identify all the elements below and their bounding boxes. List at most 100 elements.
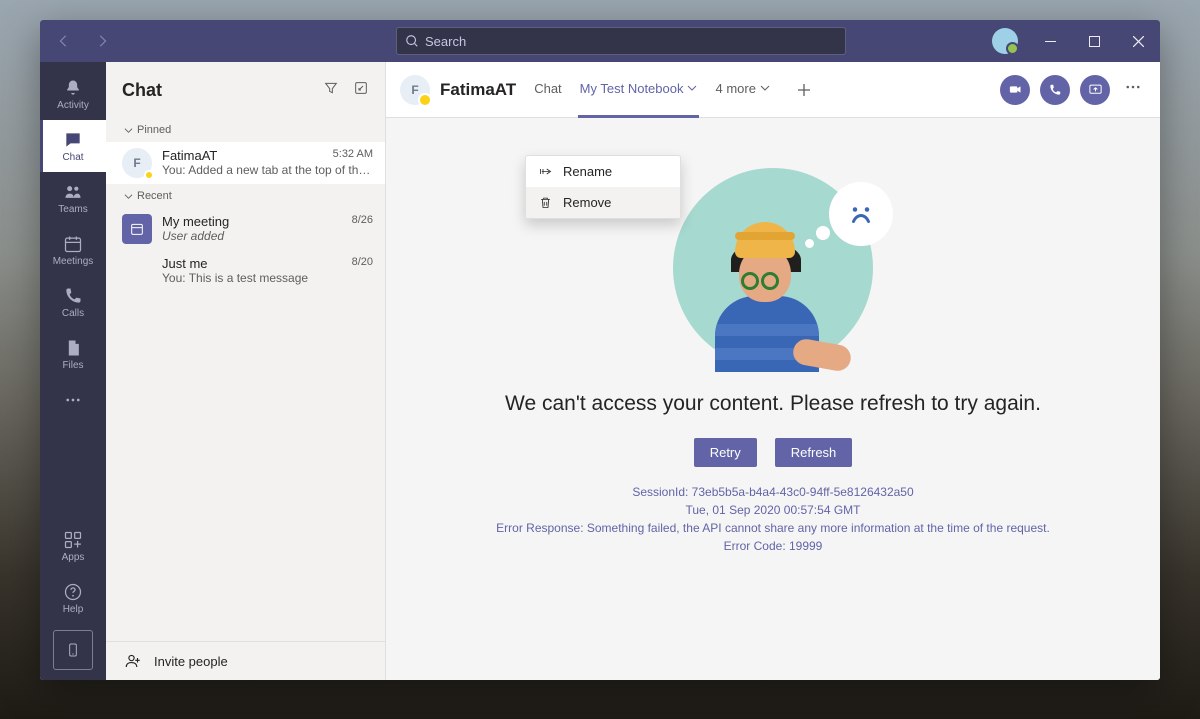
chevron-down-icon bbox=[124, 192, 133, 201]
search-icon bbox=[405, 34, 419, 48]
rail-label: Calls bbox=[62, 308, 84, 319]
recent-section[interactable]: Recent bbox=[106, 184, 385, 208]
chat-list-panel: Chat Pinned F FatimaAT 5:32 AM You: Added… bbox=[106, 62, 386, 680]
conversation-tabs: Chat My Test Notebook 4 more bbox=[532, 62, 816, 118]
rail-more[interactable] bbox=[40, 380, 106, 420]
trash-icon bbox=[538, 195, 553, 210]
chevron-down-icon bbox=[687, 83, 697, 93]
chat-name: FatimaAT bbox=[162, 148, 217, 163]
chat-row-fatima[interactable]: F FatimaAT 5:32 AM You: Added a new tab a… bbox=[106, 142, 385, 184]
presence-away-icon bbox=[144, 170, 154, 180]
error-title: We can't access your content. Please ref… bbox=[505, 392, 1041, 416]
filter-icon bbox=[323, 80, 339, 96]
invite-label: Invite people bbox=[154, 654, 228, 669]
audio-call-button[interactable] bbox=[1040, 75, 1070, 105]
mobile-icon bbox=[65, 642, 81, 658]
files-icon bbox=[63, 338, 83, 358]
ellipsis-icon bbox=[1124, 78, 1142, 96]
chat-icon bbox=[63, 130, 83, 150]
video-icon bbox=[1008, 82, 1023, 97]
share-icon bbox=[1088, 82, 1103, 97]
tab-chat[interactable]: Chat bbox=[532, 62, 563, 118]
rail-label: Apps bbox=[62, 552, 85, 563]
rail-meetings[interactable]: Meetings bbox=[40, 224, 106, 276]
chat-row-my-meeting[interactable]: My meeting 8/26 User added bbox=[106, 208, 385, 250]
sad-face-icon bbox=[829, 182, 893, 246]
back-button[interactable] bbox=[50, 27, 78, 55]
rail-label: Chat bbox=[62, 152, 83, 163]
rail-label: Teams bbox=[58, 204, 87, 215]
search-placeholder: Search bbox=[425, 34, 466, 49]
tab-context-menu: Rename Remove bbox=[525, 155, 681, 219]
chevron-down-icon bbox=[124, 126, 133, 135]
chat-preview: User added bbox=[162, 229, 373, 243]
share-screen-button[interactable] bbox=[1080, 75, 1110, 105]
search-input[interactable]: Search bbox=[396, 27, 846, 55]
rail-apps[interactable]: Apps bbox=[40, 520, 106, 572]
filter-button[interactable] bbox=[323, 80, 339, 101]
app-rail: Activity Chat Teams Meetings Calls Files bbox=[40, 62, 106, 680]
invite-icon bbox=[124, 652, 142, 670]
tab-my-test-notebook[interactable]: My Test Notebook bbox=[578, 62, 700, 118]
teams-icon bbox=[63, 182, 83, 202]
rail-label: Files bbox=[62, 360, 83, 371]
rail-teams[interactable]: Teams bbox=[40, 172, 106, 224]
profile-avatar[interactable] bbox=[992, 28, 1018, 54]
plus-icon bbox=[797, 83, 811, 97]
tab-more[interactable]: 4 more bbox=[713, 62, 771, 118]
help-icon bbox=[63, 582, 83, 602]
phone-icon bbox=[1048, 83, 1062, 97]
add-tab-button[interactable] bbox=[792, 78, 816, 102]
rail-chat[interactable]: Chat bbox=[40, 120, 106, 172]
title-bar: Search bbox=[40, 20, 1160, 62]
rail-download-mobile[interactable] bbox=[53, 630, 93, 670]
ctx-rename[interactable]: Rename bbox=[526, 156, 680, 187]
rail-activity[interactable]: Activity bbox=[40, 68, 106, 120]
phone-icon bbox=[63, 286, 83, 306]
rename-icon bbox=[538, 164, 553, 179]
error-details: SessionId: 73eb5b5a-b4a4-43c0-94ff-5e812… bbox=[496, 483, 1050, 555]
chat-name: My meeting bbox=[162, 214, 229, 229]
rail-help[interactable]: Help bbox=[40, 572, 106, 624]
new-chat-button[interactable] bbox=[353, 80, 369, 101]
calendar-icon bbox=[63, 234, 83, 254]
invite-people-button[interactable]: Invite people bbox=[106, 641, 385, 680]
chat-list-title: Chat bbox=[122, 80, 162, 101]
chat-list-header: Chat bbox=[106, 62, 385, 118]
pinned-section[interactable]: Pinned bbox=[106, 118, 385, 142]
avatar: F bbox=[122, 148, 152, 178]
conversation-header: F FatimaAT Chat My Test Notebook 4 more bbox=[386, 62, 1160, 118]
retry-button[interactable]: Retry bbox=[694, 438, 757, 467]
main-content: F FatimaAT Chat My Test Notebook 4 more bbox=[386, 62, 1160, 680]
conversation-avatar: F bbox=[400, 75, 430, 105]
bell-icon bbox=[63, 78, 83, 98]
chevron-down-icon bbox=[760, 83, 770, 93]
error-timestamp: Tue, 01 Sep 2020 00:57:54 GMT bbox=[496, 501, 1050, 519]
maximize-button[interactable] bbox=[1072, 20, 1116, 62]
chat-name: Just me bbox=[162, 256, 208, 271]
error-session: SessionId: 73eb5b5a-b4a4-43c0-94ff-5e812… bbox=[496, 483, 1050, 501]
meeting-avatar bbox=[122, 214, 152, 244]
forward-button[interactable] bbox=[88, 27, 116, 55]
chat-time: 8/20 bbox=[352, 256, 373, 271]
video-call-button[interactable] bbox=[1000, 75, 1030, 105]
conversation-more-button[interactable] bbox=[1120, 78, 1146, 101]
calendar-icon bbox=[129, 221, 145, 237]
error-illustration bbox=[673, 168, 873, 368]
ctx-remove[interactable]: Remove bbox=[526, 187, 680, 218]
rail-label: Help bbox=[63, 604, 84, 615]
ellipsis-icon bbox=[64, 391, 82, 409]
chat-row-just-me[interactable]: Just me8/20 You: This is a test message bbox=[106, 250, 385, 291]
teams-window: Search Activity Chat Teams bbox=[40, 20, 1160, 680]
error-content: We can't access your content. Please ref… bbox=[386, 118, 1160, 680]
chat-time: 5:32 AM bbox=[333, 148, 373, 163]
rail-files[interactable]: Files bbox=[40, 328, 106, 380]
compose-icon bbox=[353, 80, 369, 96]
minimize-button[interactable] bbox=[1028, 20, 1072, 62]
conversation-title: FatimaAT bbox=[440, 80, 516, 100]
rail-calls[interactable]: Calls bbox=[40, 276, 106, 328]
chat-time: 8/26 bbox=[352, 214, 373, 229]
close-button[interactable] bbox=[1116, 20, 1160, 62]
refresh-button[interactable]: Refresh bbox=[775, 438, 853, 467]
chat-preview: You: Added a new tab at the top of this.… bbox=[162, 163, 373, 177]
